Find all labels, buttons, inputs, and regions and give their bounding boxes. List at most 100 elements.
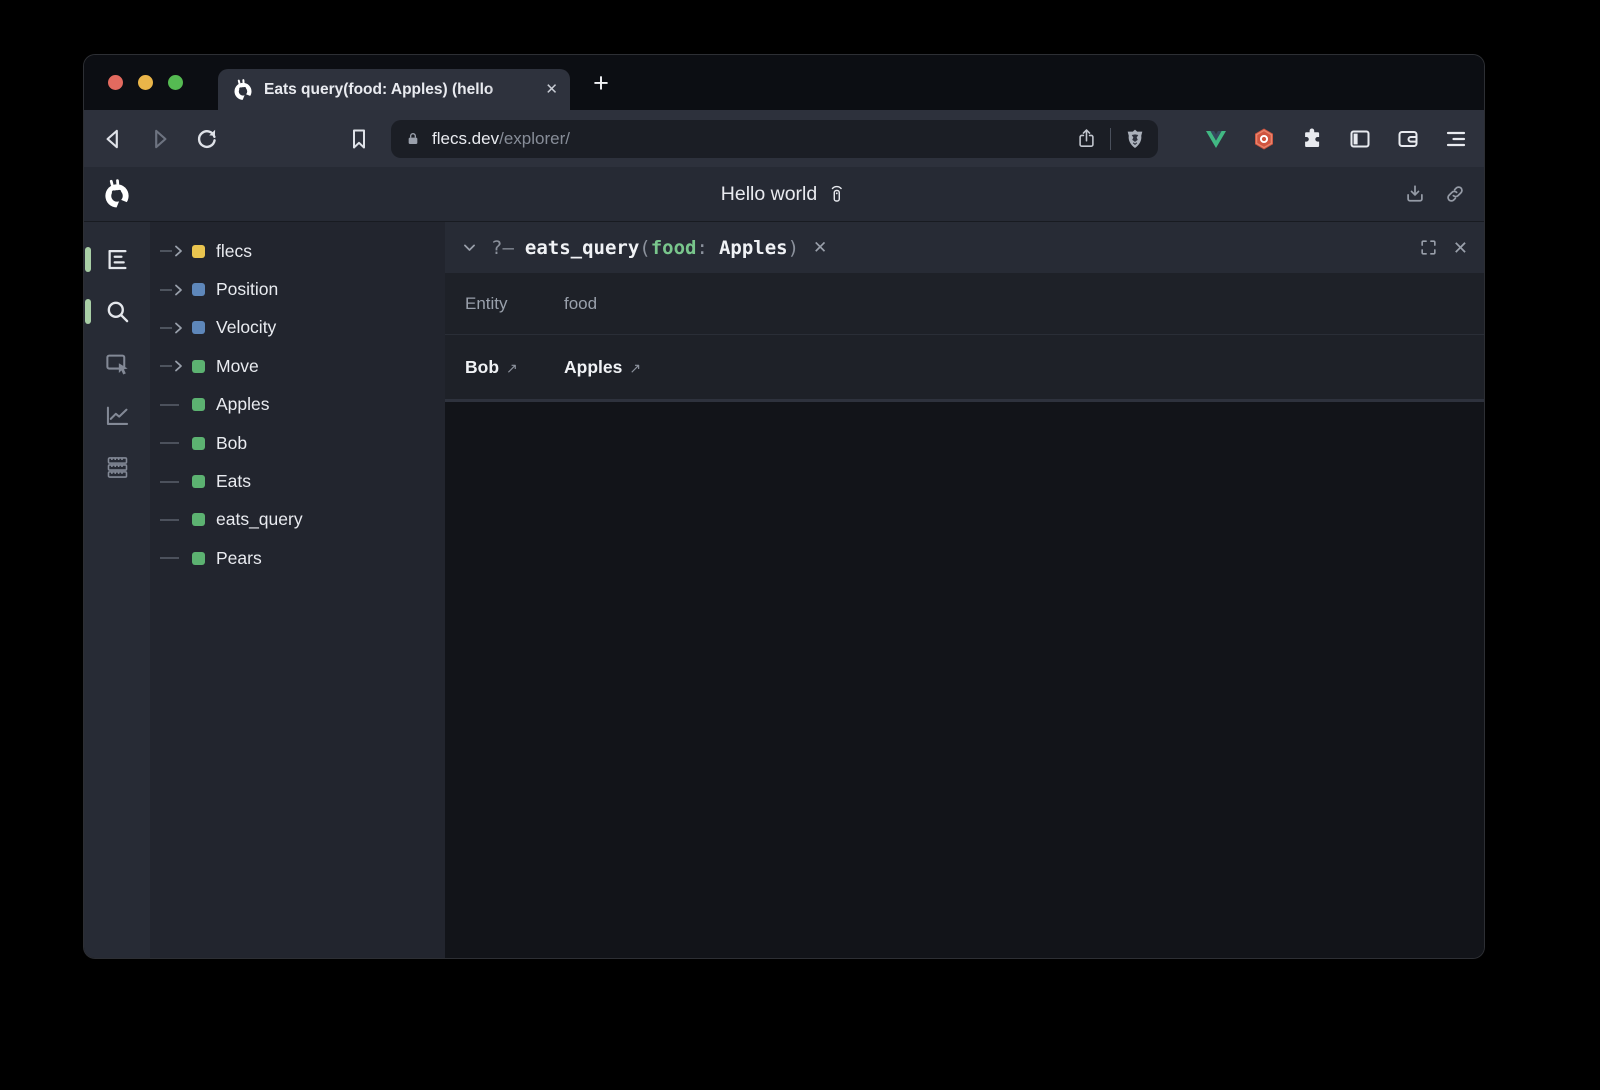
back-icon[interactable] xyxy=(100,126,126,152)
tree-item-label: Move xyxy=(216,356,259,377)
open-link-icon: ↗ xyxy=(629,360,641,377)
browser-tab[interactable]: Eats query(food: Apples) (hello ✕ xyxy=(218,69,570,110)
lock-icon[interactable] xyxy=(405,131,421,147)
tree-item-velocity[interactable]: Velocity xyxy=(150,309,445,347)
entity-color-square xyxy=(192,398,205,411)
flecs-favicon xyxy=(232,79,254,101)
entity-color-square xyxy=(192,475,205,488)
flecs-logo xyxy=(102,179,132,209)
entity-cell[interactable]: Bob↗ xyxy=(465,357,564,378)
tree-item-label: eats_query xyxy=(216,509,303,530)
world-title: Hello world xyxy=(721,182,847,206)
table-header-row: Entity food xyxy=(445,273,1484,335)
tab-close-icon[interactable]: ✕ xyxy=(545,82,558,97)
tree-item-eats[interactable]: Eats xyxy=(150,462,445,500)
search-panel-icon[interactable] xyxy=(104,298,131,325)
expand-arrow-icon[interactable] xyxy=(159,360,189,372)
hexagon-extension-icon[interactable] xyxy=(1252,127,1276,151)
sidebar-icon[interactable] xyxy=(1348,127,1372,151)
food-cell[interactable]: Apples ↗ xyxy=(564,357,641,378)
entity-tree: flecs Position Velocity Move Apples xyxy=(150,222,445,958)
expand-arrow-icon[interactable] xyxy=(159,284,189,296)
query-paren-close: ) xyxy=(788,237,799,259)
tree-item-bob[interactable]: Bob xyxy=(150,424,445,462)
query-header: ?–eats_query(food:Apples) ✕ ✕ xyxy=(445,222,1484,273)
minimize-window-button[interactable] xyxy=(138,75,153,90)
wallet-icon[interactable] xyxy=(1396,127,1420,151)
tree-item-label: Velocity xyxy=(216,317,276,338)
brave-shield-icon[interactable] xyxy=(1124,128,1146,150)
entity-color-square xyxy=(192,552,205,565)
reload-icon[interactable] xyxy=(194,126,220,152)
inspector-panel-icon[interactable] xyxy=(104,350,131,377)
link-icon[interactable] xyxy=(1444,183,1466,205)
food-cell-label: Apples xyxy=(564,357,622,378)
vue-devtools-icon[interactable] xyxy=(1204,127,1228,151)
expand-arrow-icon[interactable] xyxy=(159,245,189,257)
tree-item-pears[interactable]: Pears xyxy=(150,539,445,577)
extension-icons xyxy=(1204,127,1468,151)
query-panel: ?–eats_query(food:Apples) ✕ ✕ Entity foo… xyxy=(445,222,1484,958)
forward-icon[interactable] xyxy=(147,126,173,152)
entity-color-square xyxy=(192,321,205,334)
entity-color-square xyxy=(192,513,205,526)
close-window-button[interactable] xyxy=(108,75,123,90)
tab-strip: Eats query(food: Apples) (hello ✕ + xyxy=(84,55,1484,110)
new-tab-button[interactable]: + xyxy=(587,69,615,97)
tree-item-position[interactable]: Position xyxy=(150,270,445,308)
remote-connection-icon[interactable] xyxy=(827,182,847,206)
tree-item-label: Position xyxy=(216,279,278,300)
url-path: /explorer/ xyxy=(499,129,570,149)
query-expression: ?–eats_query(food:Apples) xyxy=(491,237,799,259)
page-title: Hello world xyxy=(721,183,817,206)
entity-color-square xyxy=(192,283,205,296)
bookmark-icon[interactable] xyxy=(347,127,371,151)
stats-panel-icon[interactable] xyxy=(104,454,131,481)
column-header-food: food xyxy=(564,294,597,314)
tree-item-eats-query[interactable]: eats_query xyxy=(150,501,445,539)
expand-arrow-icon[interactable] xyxy=(159,322,189,334)
query-panel-close-icon[interactable]: ✕ xyxy=(1453,239,1468,257)
chart-panel-icon[interactable] xyxy=(104,402,131,429)
tree-item-flecs[interactable]: flecs xyxy=(150,232,445,270)
extensions-puzzle-icon[interactable] xyxy=(1300,127,1324,151)
leaf-connector xyxy=(159,552,189,564)
query-clear-icon[interactable]: ✕ xyxy=(813,239,827,256)
query-colon: : xyxy=(697,237,708,259)
traffic-lights xyxy=(108,55,183,110)
query-panel-empty-area xyxy=(445,402,1484,958)
query-name: eats_query xyxy=(525,237,639,259)
panel-rail xyxy=(84,222,150,958)
leaf-connector xyxy=(159,514,189,526)
open-link-icon: ↗ xyxy=(506,360,518,377)
tree-item-apples[interactable]: Apples xyxy=(150,386,445,424)
query-panel-actions: ✕ xyxy=(1419,238,1468,257)
download-icon[interactable] xyxy=(1404,183,1426,205)
address-bar-divider xyxy=(1110,128,1111,150)
query-prefix: ?– xyxy=(491,237,514,259)
table-row: Bob↗ Apples ↗ xyxy=(445,335,1484,399)
tree-item-move[interactable]: Move xyxy=(150,347,445,385)
fullscreen-icon[interactable] xyxy=(1419,238,1438,257)
entity-color-square xyxy=(192,245,205,258)
url-host: flecs.dev xyxy=(432,129,499,149)
chevron-down-icon[interactable] xyxy=(461,239,478,256)
entity-color-square xyxy=(192,437,205,450)
tree-item-label: flecs xyxy=(216,241,252,262)
tree-item-label: Apples xyxy=(216,394,270,415)
browser-window: Eats query(food: Apples) (hello ✕ + flec… xyxy=(84,55,1484,958)
tab-title: Eats query(food: Apples) (hello xyxy=(264,81,535,99)
share-icon[interactable] xyxy=(1076,128,1097,149)
zoom-window-button[interactable] xyxy=(168,75,183,90)
tree-item-label: Bob xyxy=(216,433,247,454)
menu-icon[interactable] xyxy=(1444,127,1468,151)
address-bar[interactable]: flecs.dev/explorer/ xyxy=(391,120,1158,158)
query-param: food xyxy=(651,237,697,259)
query-results-table: Entity food Bob↗ Apples ↗ xyxy=(445,273,1484,402)
query-paren-open: ( xyxy=(639,237,650,259)
browser-toolbar: flecs.dev/explorer/ xyxy=(84,110,1484,167)
tree-panel-active-pill xyxy=(85,247,91,272)
tree-panel-icon[interactable] xyxy=(104,246,131,273)
query-panel-active-pill xyxy=(85,299,91,324)
leaf-connector xyxy=(159,399,189,411)
